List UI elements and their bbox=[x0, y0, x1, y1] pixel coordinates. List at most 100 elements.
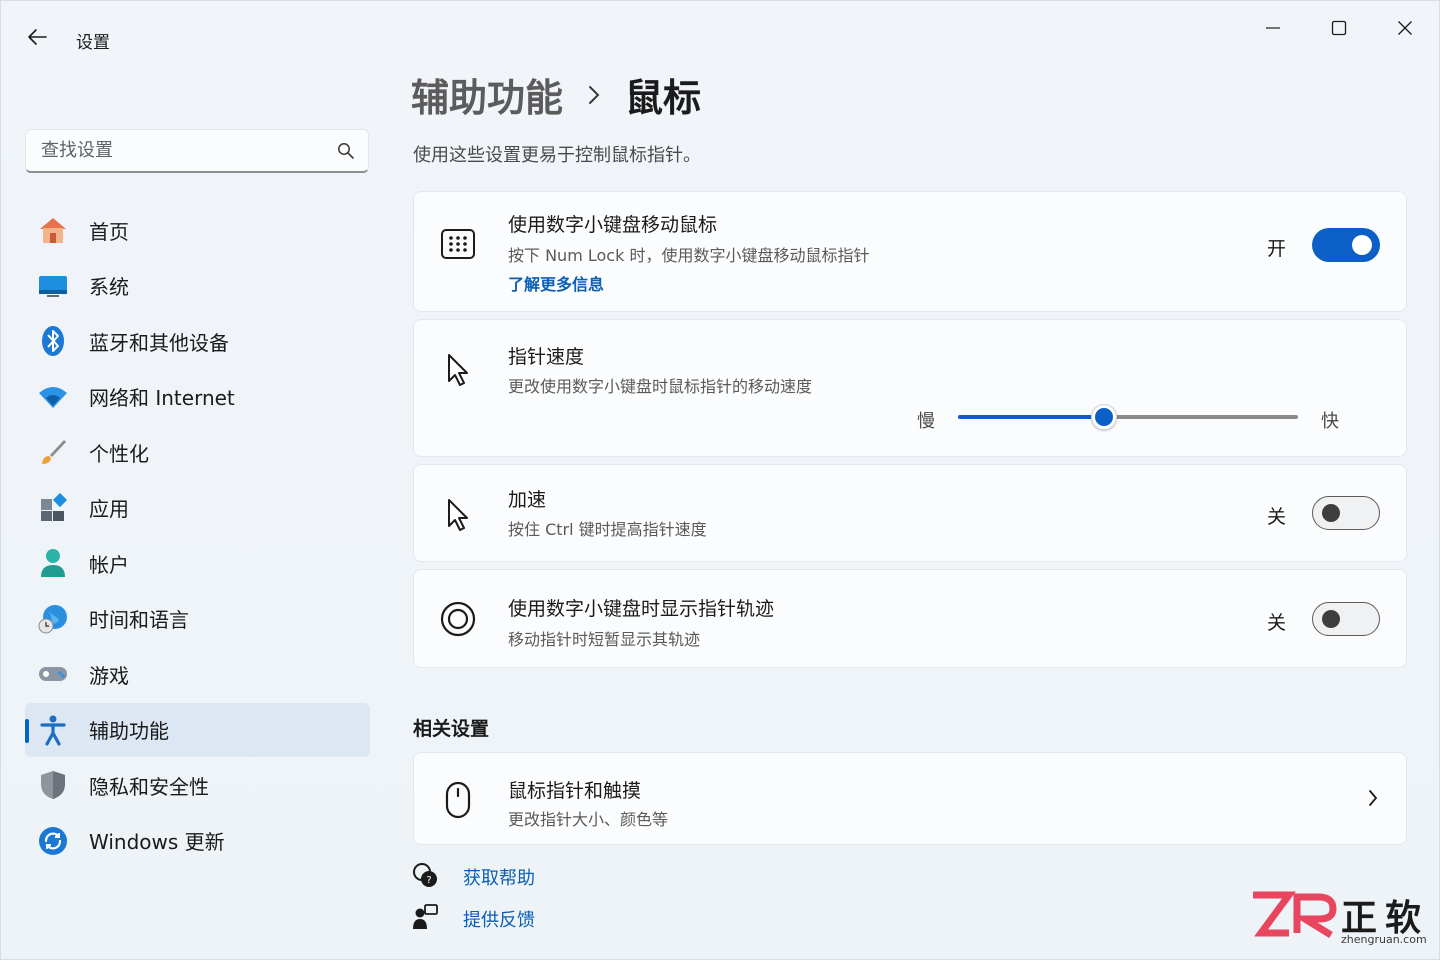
numpad-mouse-toggle[interactable] bbox=[1312, 228, 1380, 262]
sidebar-item-label: 蓝牙和其他设备 bbox=[89, 330, 229, 355]
setting-description: 更改指针大小、颜色等 bbox=[508, 810, 669, 829]
pointer-speed-card: 指针速度 更改使用数字小键盘时鼠标指针的移动速度 bbox=[413, 319, 1407, 457]
maximize-icon bbox=[1331, 20, 1347, 36]
mouse-icon bbox=[436, 778, 480, 822]
back-arrow-icon bbox=[28, 29, 47, 45]
setting-title: 使用数字小键盘移动鼠标 bbox=[508, 214, 718, 236]
sidebar-item-network[interactable]: 网络和 Internet bbox=[25, 370, 370, 424]
sidebar-item-time-language[interactable]: 时间和语言 bbox=[25, 592, 370, 646]
watermark: 正软 zhengruan.com bbox=[1249, 889, 1433, 949]
sidebar-item-label: 时间和语言 bbox=[89, 608, 189, 632]
sidebar-item-apps[interactable]: 应用 bbox=[25, 481, 370, 535]
learn-more-link[interactable]: 了解更多信息 bbox=[508, 271, 604, 295]
toggle-knob bbox=[1352, 235, 1372, 255]
sidebar-item-personalization[interactable]: 个性化 bbox=[25, 425, 370, 479]
slider-min-label: 慢 bbox=[917, 411, 935, 432]
sidebar-item-gaming[interactable]: 游戏 bbox=[25, 647, 370, 701]
setting-description: 更改使用数字小键盘时鼠标指针的移动速度 bbox=[508, 377, 813, 396]
setting-title: 使用数字小键盘时显示指针轨迹 bbox=[508, 598, 775, 620]
sidebar-item-windows-update[interactable]: Windows 更新 bbox=[25, 814, 370, 868]
selection-indicator bbox=[25, 718, 29, 743]
pointer-speed-slider[interactable] bbox=[958, 404, 1298, 430]
target-circle-icon bbox=[436, 597, 480, 641]
sidebar-item-label: 首页 bbox=[89, 219, 129, 244]
maximize-button[interactable] bbox=[1311, 11, 1367, 45]
acceleration-card: 加速 按住 Ctrl 键时提高指针速度 关 bbox=[413, 464, 1407, 562]
toggle-knob bbox=[1322, 504, 1340, 522]
sidebar-item-label: Windows 更新 bbox=[89, 830, 225, 854]
sidebar-item-label: 系统 bbox=[89, 275, 129, 299]
sidebar-item-label: 网络和 Internet bbox=[89, 386, 235, 410]
sidebar-item-label: 游戏 bbox=[89, 663, 129, 688]
zr-logo-icon bbox=[1253, 891, 1337, 938]
toggle-state-label: 关 bbox=[1266, 612, 1286, 634]
system-icon bbox=[25, 266, 81, 306]
slider-thumb[interactable] bbox=[1091, 404, 1117, 430]
minimize-icon bbox=[1266, 27, 1280, 29]
acceleration-toggle[interactable] bbox=[1312, 496, 1380, 530]
sidebar-nav: 首页 系统 蓝牙和其他设备 网络和 Internet 个性化 应用 帐户 时间和… bbox=[25, 203, 370, 869]
give-feedback-link[interactable]: 提供反馈 bbox=[411, 903, 535, 935]
setting-title: 加速 bbox=[508, 489, 547, 511]
apps-icon bbox=[25, 488, 81, 528]
setting-description: 按下 Num Lock 时，使用数字小键盘移动鼠标指针 bbox=[508, 246, 870, 265]
account-icon bbox=[25, 543, 81, 583]
search-input[interactable] bbox=[26, 130, 324, 171]
accessibility-icon bbox=[25, 710, 81, 750]
setting-title: 鼠标指针和触摸 bbox=[508, 780, 642, 802]
settings-window: 设置 首页 系统 蓝牙和其他设 bbox=[0, 0, 1440, 960]
sidebar-item-bluetooth[interactable]: 蓝牙和其他设备 bbox=[25, 314, 370, 368]
page-title: 鼠标 bbox=[625, 76, 702, 120]
slider-thumb-dot bbox=[1095, 408, 1113, 426]
home-icon bbox=[25, 210, 81, 250]
breadcrumb: 辅助功能 鼠标 bbox=[411, 67, 701, 122]
search-icon[interactable] bbox=[324, 142, 368, 160]
setting-description: 按住 Ctrl 键时提高指针速度 bbox=[508, 520, 707, 539]
pointer-arrow-icon bbox=[436, 348, 480, 392]
sidebar-item-label: 帐户 bbox=[89, 552, 129, 577]
search-box[interactable] bbox=[25, 129, 369, 173]
toggle-knob bbox=[1322, 610, 1340, 628]
sidebar-item-privacy[interactable]: 隐私和安全性 bbox=[25, 758, 370, 812]
sidebar-item-home[interactable]: 首页 bbox=[25, 203, 370, 257]
related-settings-heading: 相关设置 bbox=[413, 718, 490, 740]
chevron-right-icon bbox=[587, 84, 601, 106]
setting-description: 移动指针时短暂显示其轨迹 bbox=[508, 630, 701, 649]
slider-max-label: 快 bbox=[1321, 411, 1339, 432]
toggle-state-label: 关 bbox=[1266, 506, 1286, 528]
back-button[interactable] bbox=[21, 23, 53, 51]
slider-fill bbox=[958, 415, 1104, 419]
minimize-button[interactable] bbox=[1245, 11, 1301, 45]
mouse-pointer-touch-link[interactable]: 鼠标指针和触摸 更改指针大小、颜色等 bbox=[413, 752, 1407, 845]
app-title: 设置 bbox=[76, 33, 110, 53]
breadcrumb-parent[interactable]: 辅助功能 bbox=[411, 67, 563, 122]
pointer-trails-card: 使用数字小键盘时显示指针轨迹 移动指针时短暂显示其轨迹 关 bbox=[413, 569, 1407, 668]
sidebar-item-accounts[interactable]: 帐户 bbox=[25, 536, 370, 590]
feedback-icon bbox=[411, 903, 439, 935]
close-icon bbox=[1398, 21, 1412, 35]
sidebar-item-accessibility[interactable]: 辅助功能 bbox=[25, 702, 370, 757]
numpad-mouse-card: 使用数字小键盘移动鼠标 按下 Num Lock 时，使用数字小键盘移动鼠标指针 … bbox=[413, 191, 1407, 312]
gamepad-icon bbox=[25, 654, 81, 694]
globe-clock-icon bbox=[25, 599, 81, 639]
sidebar-item-label: 应用 bbox=[89, 497, 129, 521]
wifi-icon bbox=[25, 377, 81, 417]
get-help-label: 获取帮助 bbox=[463, 868, 535, 889]
keypad-icon bbox=[436, 222, 480, 266]
update-icon bbox=[25, 821, 81, 861]
get-help-link[interactable]: ? 获取帮助 bbox=[411, 861, 535, 893]
brush-icon bbox=[25, 432, 81, 472]
chevron-right-icon bbox=[1368, 789, 1378, 811]
sidebar-item-label: 个性化 bbox=[89, 441, 149, 466]
close-button[interactable] bbox=[1377, 11, 1433, 45]
help-chat-icon: ? bbox=[411, 861, 439, 893]
pointer-arrow-icon bbox=[436, 493, 480, 537]
pointer-trails-toggle[interactable] bbox=[1312, 602, 1380, 636]
watermark-brand-en: zhengruan.com bbox=[1341, 933, 1427, 946]
sidebar-item-label: 辅助功能 bbox=[89, 719, 169, 743]
sidebar-item-system[interactable]: 系统 bbox=[25, 259, 370, 313]
give-feedback-label: 提供反馈 bbox=[463, 910, 535, 931]
setting-title: 指针速度 bbox=[508, 346, 585, 368]
page-description: 使用这些设置更易于控制鼠标指针。 bbox=[413, 145, 701, 166]
toggle-state-label: 开 bbox=[1266, 238, 1286, 260]
